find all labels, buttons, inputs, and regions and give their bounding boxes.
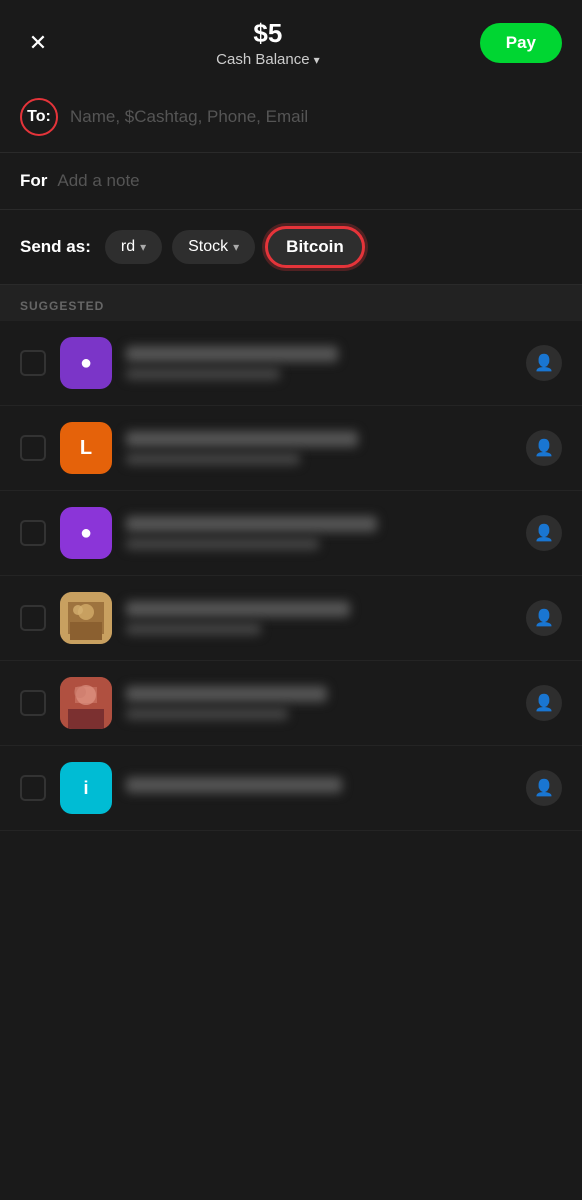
list-item[interactable]: ● 👤 bbox=[0, 491, 582, 576]
bitcoin-button[interactable]: Bitcoin bbox=[265, 226, 365, 268]
contact-info bbox=[126, 601, 512, 635]
contact-info bbox=[126, 516, 512, 550]
contact-name bbox=[126, 686, 327, 702]
close-button[interactable]: ✕ bbox=[20, 25, 56, 61]
list-item[interactable]: 👤 bbox=[0, 661, 582, 746]
suggested-header: SUGGESTED bbox=[0, 285, 582, 321]
contact-info bbox=[126, 346, 512, 380]
contact-action-button[interactable]: 👤 bbox=[526, 770, 562, 806]
recipient-input[interactable] bbox=[70, 107, 562, 127]
pay-button[interactable]: Pay bbox=[480, 23, 562, 63]
contact-corner-icon bbox=[20, 690, 46, 716]
avatar bbox=[60, 592, 112, 644]
contact-info bbox=[126, 777, 512, 799]
contact-action-button[interactable]: 👤 bbox=[526, 600, 562, 636]
contact-list: ● 👤 L 👤 ● 👤 bbox=[0, 321, 582, 831]
send-as-label: Send as: bbox=[20, 237, 91, 257]
person-icon: 👤 bbox=[534, 608, 554, 628]
contact-corner-icon bbox=[20, 350, 46, 376]
contact-corner-icon bbox=[20, 775, 46, 801]
contact-subtitle bbox=[126, 453, 300, 465]
contact-subtitle bbox=[126, 368, 280, 380]
note-input[interactable] bbox=[57, 171, 562, 191]
for-label: For bbox=[20, 171, 47, 191]
list-item[interactable]: 👤 bbox=[0, 576, 582, 661]
avatar: ● bbox=[60, 507, 112, 559]
to-label: To: bbox=[20, 98, 58, 136]
list-item[interactable]: ● 👤 bbox=[0, 321, 582, 406]
person-icon: 👤 bbox=[534, 353, 554, 373]
chevron-down-icon: ▾ bbox=[233, 240, 239, 254]
contact-action-button[interactable]: 👤 bbox=[526, 345, 562, 381]
stock-label: Stock bbox=[188, 238, 228, 256]
contact-subtitle bbox=[126, 708, 288, 720]
person-icon: 👤 bbox=[534, 523, 554, 543]
person-icon: 👤 bbox=[534, 438, 554, 458]
suggested-label: SUGGESTED bbox=[20, 299, 104, 313]
to-row: To: bbox=[0, 82, 582, 153]
avatar-photo-icon bbox=[60, 677, 112, 729]
balance-label: Cash Balance bbox=[216, 51, 309, 68]
contact-corner-icon bbox=[20, 605, 46, 631]
to-label-text: To: bbox=[27, 108, 51, 126]
contact-action-button[interactable]: 👤 bbox=[526, 685, 562, 721]
contact-corner-icon bbox=[20, 435, 46, 461]
balance-selector[interactable]: Cash Balance ▾ bbox=[216, 51, 319, 68]
contact-name bbox=[126, 601, 350, 617]
close-icon: ✕ bbox=[29, 30, 47, 56]
header-center: $5 Cash Balance ▾ bbox=[216, 18, 319, 68]
avatar: i bbox=[60, 762, 112, 814]
chevron-down-icon: ▾ bbox=[314, 53, 320, 67]
contact-name bbox=[126, 431, 358, 447]
standard-label: rd bbox=[121, 238, 135, 256]
stock-button[interactable]: Stock ▾ bbox=[172, 230, 255, 264]
list-item[interactable]: L 👤 bbox=[0, 406, 582, 491]
list-item[interactable]: i 👤 bbox=[0, 746, 582, 831]
send-as-row: Send as: rd ▾ Stock ▾ Bitcoin bbox=[0, 210, 582, 285]
person-icon: 👤 bbox=[534, 693, 554, 713]
avatar bbox=[60, 677, 112, 729]
contact-action-button[interactable]: 👤 bbox=[526, 515, 562, 551]
contact-subtitle bbox=[126, 623, 261, 635]
person-icon: 👤 bbox=[534, 778, 554, 798]
contact-info bbox=[126, 431, 512, 465]
avatar: ● bbox=[60, 337, 112, 389]
contact-action-button[interactable]: 👤 bbox=[526, 430, 562, 466]
contact-name bbox=[126, 777, 342, 793]
amount-display: $5 bbox=[216, 18, 319, 49]
contact-corner-icon bbox=[20, 520, 46, 546]
contact-subtitle bbox=[126, 538, 319, 550]
avatar: L bbox=[60, 422, 112, 474]
header: ✕ $5 Cash Balance ▾ Pay bbox=[0, 0, 582, 82]
standard-button[interactable]: rd ▾ bbox=[105, 230, 162, 264]
for-row: For bbox=[0, 153, 582, 210]
contact-info bbox=[126, 686, 512, 720]
chevron-down-icon: ▾ bbox=[140, 240, 146, 254]
contact-name bbox=[126, 346, 338, 362]
avatar-photo-icon bbox=[60, 592, 112, 644]
bitcoin-label: Bitcoin bbox=[286, 237, 344, 256]
contact-name bbox=[126, 516, 377, 532]
